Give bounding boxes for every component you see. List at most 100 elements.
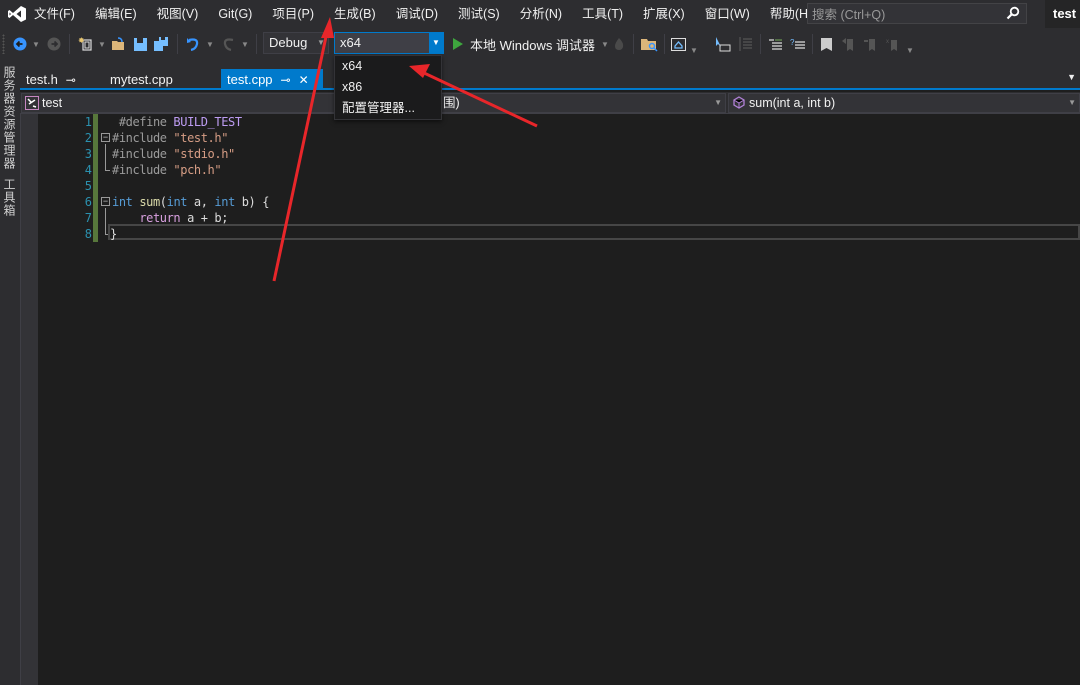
toolbar-separator xyxy=(256,34,257,54)
menu-project[interactable]: 项目(P) xyxy=(262,0,324,28)
menu-file[interactable]: 文件(F) xyxy=(34,0,85,28)
forward-icon[interactable] xyxy=(46,28,62,60)
code-token: int xyxy=(166,195,188,209)
collapse-icon[interactable]: − xyxy=(101,133,110,142)
chevron-down-icon[interactable]: ▼ xyxy=(714,94,722,112)
menu-view[interactable]: 视图(V) xyxy=(147,0,209,28)
change-tracking-bar xyxy=(93,114,98,242)
chevron-down-icon[interactable]: ▼ xyxy=(1068,94,1076,112)
tab-mytest-cpp[interactable]: mytest.cpp xyxy=(104,69,220,90)
outline-guide-end xyxy=(105,170,110,171)
clear-bookmarks-icon[interactable]: x xyxy=(884,28,900,60)
code-line[interactable]: #include "pch.h" xyxy=(112,162,222,178)
toolbar-separator xyxy=(812,34,813,54)
member-select[interactable]: sum(int a, int b) ▼ xyxy=(728,93,1080,113)
visual-studio-logo-icon[interactable] xyxy=(0,0,34,28)
menu-analyze[interactable]: 分析(N) xyxy=(510,0,572,28)
code-line[interactable]: #define BUILD_TEST xyxy=(112,114,242,130)
code-token: "pch.h" xyxy=(173,163,222,177)
menu-debug[interactable]: 调试(D) xyxy=(386,0,448,28)
toolbar-separator xyxy=(69,34,70,54)
code-line[interactable]: } xyxy=(108,224,1080,241)
save-all-icon[interactable] xyxy=(153,28,169,60)
play-icon xyxy=(453,38,463,50)
step-into-specific-icon[interactable] xyxy=(714,28,732,60)
configuration-value: Debug xyxy=(269,35,308,50)
configuration-select[interactable]: Debug ▼ xyxy=(263,32,329,54)
open-file-icon[interactable] xyxy=(110,28,128,60)
configuration-manager-option[interactable]: 配置管理器... xyxy=(335,98,441,119)
code-token: } xyxy=(110,227,117,241)
solution-name: test xyxy=(1045,0,1080,28)
platform-option-x86[interactable]: x86 xyxy=(335,77,441,98)
toolbar-separator xyxy=(664,34,665,54)
undo-icon[interactable] xyxy=(184,28,202,60)
standard-toolbar: ▼ ✸ ▼ ▼ ▼ Debug ▼ x64 ▼ 本地 Windows 调试器 ▼ xyxy=(0,28,1080,60)
line-number: 7 xyxy=(84,211,92,225)
redo-icon[interactable] xyxy=(220,28,238,60)
menu-tools[interactable]: 工具(T) xyxy=(572,0,633,28)
line-number: 5 xyxy=(84,179,92,193)
svg-text:?: ? xyxy=(790,38,795,47)
svg-text:x: x xyxy=(886,39,889,45)
back-dropdown-caret[interactable]: ▼ xyxy=(31,28,41,60)
tab-test-h[interactable]: test.h ⊸ xyxy=(20,69,98,90)
menu-edit[interactable]: 编辑(E) xyxy=(85,0,147,28)
search-input[interactable]: 搜索 (Ctrl+Q) xyxy=(807,3,1027,24)
solution-explorer-icon[interactable] xyxy=(670,28,686,60)
outline-icon[interactable] xyxy=(736,28,754,60)
platform-dropdown-list: x64 x86 配置管理器... xyxy=(334,55,442,120)
menu-build[interactable]: 生成(B) xyxy=(324,0,386,28)
pin-icon[interactable]: ⊸ xyxy=(66,70,76,91)
scope-name: 围) xyxy=(443,96,460,110)
server-explorer-tab[interactable]: 服务器资源管理器 xyxy=(1,66,18,170)
code-token: b) { xyxy=(234,195,270,209)
scope-select[interactable]: 围) ▼ xyxy=(428,93,726,113)
tab-test-cpp[interactable]: test.cpp ⊸ ✕ xyxy=(221,69,323,90)
menu-window[interactable]: 窗口(W) xyxy=(695,0,760,28)
search-icon[interactable] xyxy=(1006,6,1020,23)
run-caret[interactable]: ▼ xyxy=(601,40,609,49)
redo-caret[interactable]: ▼ xyxy=(240,28,250,60)
code-line[interactable]: #include "test.h" xyxy=(112,130,228,146)
platform-option-x64[interactable]: x64 xyxy=(335,56,441,77)
hot-reload-icon[interactable] xyxy=(612,28,626,60)
prev-bookmark-icon[interactable] xyxy=(840,28,856,60)
menu-bar: 文件(F) 编辑(E) 视图(V) Git(G) 项目(P) 生成(B) 调试(… xyxy=(0,0,1080,28)
code-token: a + b; xyxy=(180,211,229,225)
next-bookmark-icon[interactable] xyxy=(862,28,878,60)
menu-git[interactable]: Git(G) xyxy=(208,0,262,28)
new-project-caret[interactable]: ▼ xyxy=(97,28,107,60)
code-area[interactable]: − − #define BUILD_TEST #include "test.h" #… xyxy=(100,114,1080,685)
toolbox-tab[interactable]: 工具箱 xyxy=(1,178,18,217)
code-editor[interactable]: 12345678 − − #define BUILD_TEST #include … xyxy=(20,114,1080,685)
comment-icon[interactable] xyxy=(767,28,783,60)
indicator-margin xyxy=(20,114,38,685)
uncomment-icon[interactable]: ? xyxy=(788,28,806,60)
chevron-down-icon[interactable]: ▼ xyxy=(429,33,443,53)
code-token: #define xyxy=(112,115,174,129)
document-tab-bar: test.h ⊸ mytest.cpp test.cpp ⊸ ✕ ▼ xyxy=(20,60,1080,90)
menu-extensions[interactable]: 扩展(X) xyxy=(633,0,695,28)
toolbar-grip[interactable] xyxy=(2,34,5,54)
menu-test[interactable]: 测试(S) xyxy=(448,0,510,28)
pin-icon[interactable]: ⊸ xyxy=(281,70,291,91)
platform-select[interactable]: x64 ▼ xyxy=(334,32,444,54)
code-line[interactable]: int sum(int a, int b) { xyxy=(112,194,269,210)
collapse-icon[interactable]: − xyxy=(101,197,110,206)
chevron-down-icon[interactable]: ▼ xyxy=(314,33,328,53)
close-icon[interactable]: ✕ xyxy=(299,70,309,91)
tab-overflow-icon[interactable]: ▼ xyxy=(1067,72,1076,82)
tab-label: test.cpp xyxy=(227,72,273,87)
bookmark-icon[interactable] xyxy=(818,28,834,60)
new-project-icon[interactable]: ✸ xyxy=(77,28,95,60)
code-token: int xyxy=(112,195,133,209)
back-icon[interactable] xyxy=(12,28,28,60)
tab-label: mytest.cpp xyxy=(110,72,173,87)
code-token: #include xyxy=(112,147,174,161)
save-icon[interactable] xyxy=(132,28,148,60)
find-in-files-icon[interactable] xyxy=(640,28,658,60)
undo-caret[interactable]: ▼ xyxy=(205,28,215,60)
start-debugging-button[interactable]: 本地 Windows 调试器 ▼ xyxy=(452,28,609,60)
code-line[interactable]: #include "stdio.h" xyxy=(112,146,235,162)
